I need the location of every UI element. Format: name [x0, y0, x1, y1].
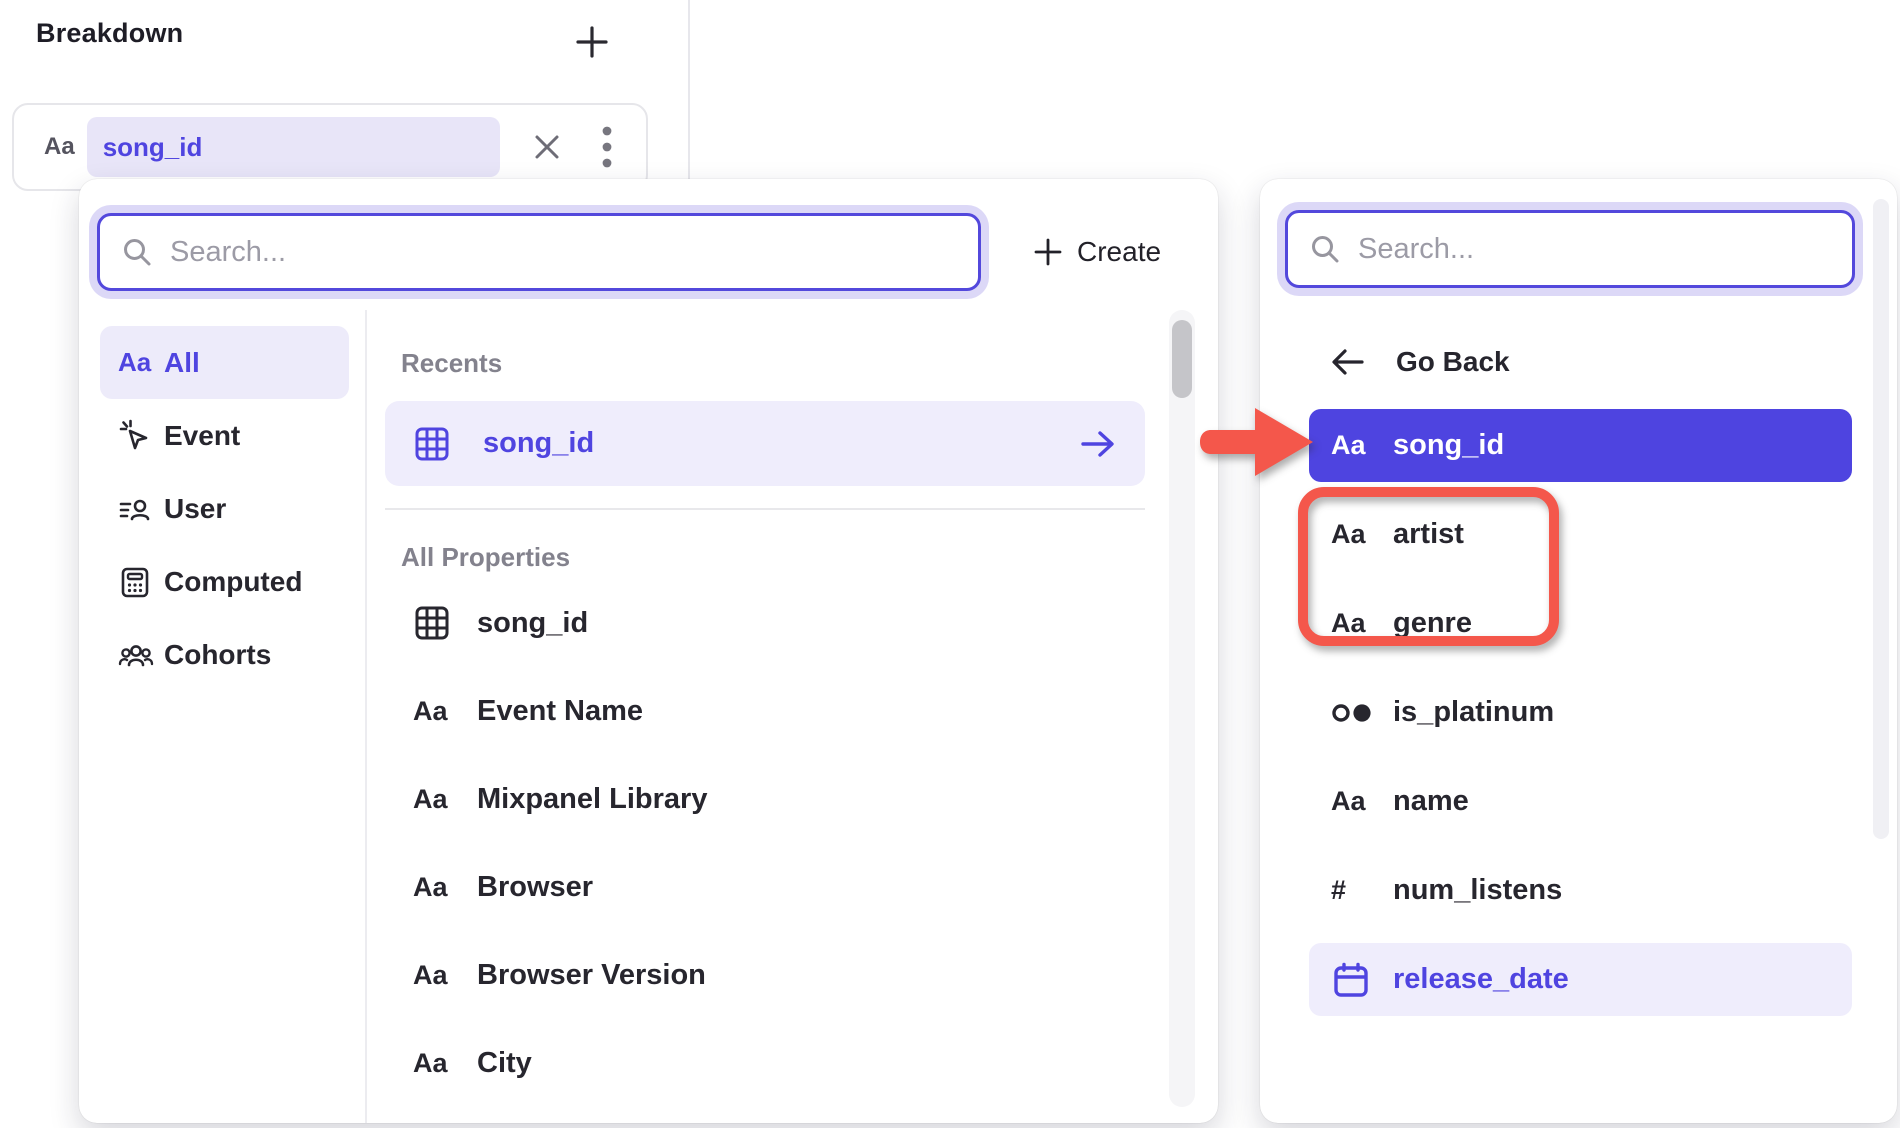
sub-property-row-name[interactable]: Aa name	[1309, 765, 1852, 838]
kebab-icon	[602, 125, 612, 169]
table-icon	[413, 604, 477, 642]
plus-icon	[1033, 237, 1063, 267]
create-button-label: Create	[1077, 236, 1161, 268]
boolean-icon	[1331, 701, 1393, 725]
click-cursor-icon	[118, 419, 164, 453]
close-icon	[532, 132, 562, 162]
text-icon: Aa	[1331, 430, 1393, 461]
property-row-city[interactable]: Aa City	[385, 1019, 1145, 1107]
property-picker-panel: Create Aa All Event	[79, 179, 1218, 1123]
text-icon: Aa	[1331, 786, 1393, 817]
sub-property-search[interactable]	[1285, 210, 1855, 288]
property-row-browser-version[interactable]: Aa Browser Version	[385, 931, 1145, 1019]
property-list: Recents song_id All Properties	[365, 310, 1218, 1123]
recent-item-label: song_id	[483, 427, 1079, 460]
property-row-song-id[interactable]: song_id	[385, 579, 1145, 667]
property-row-event-name[interactable]: Aa Event Name	[385, 667, 1145, 755]
category-all[interactable]: Aa All	[100, 326, 349, 399]
all-properties-header: All Properties	[401, 542, 1145, 573]
calendar-icon	[1331, 960, 1393, 1000]
sub-property-list: Aa song_id Aa artist Aa genre is_platinu…	[1309, 409, 1852, 1016]
text-icon: Aa	[413, 872, 477, 903]
breakdown-menu-button[interactable]	[590, 127, 624, 167]
text-icon: Aa	[413, 696, 477, 727]
recent-item-song-id[interactable]: song_id	[385, 401, 1145, 486]
breakdown-title: Breakdown	[36, 18, 183, 49]
category-sidebar: Aa All Event	[79, 310, 365, 691]
search-icon	[122, 237, 152, 267]
scrollbar-thumb[interactable]	[1172, 320, 1192, 398]
list-divider	[385, 508, 1145, 510]
scrollbar-track[interactable]	[1873, 199, 1889, 839]
text-icon: Aa	[118, 347, 164, 378]
search-input[interactable]	[170, 216, 978, 288]
property-row-browser[interactable]: Aa Browser	[385, 843, 1145, 931]
breakdown-chip[interactable]: Aa song_id	[12, 103, 648, 191]
user-list-icon	[118, 492, 164, 526]
text-type-icon: Aa	[44, 133, 75, 161]
sub-property-row-genre[interactable]: Aa genre	[1309, 587, 1852, 660]
table-icon	[413, 425, 451, 463]
sub-property-picker-panel: Go Back Aa song_id Aa artist Aa genre	[1260, 179, 1897, 1123]
text-icon: Aa	[413, 960, 477, 991]
remove-breakdown-button[interactable]	[528, 127, 566, 167]
category-cohorts[interactable]: Cohorts	[100, 618, 349, 691]
chip-value-label: song_id	[103, 132, 203, 163]
search-icon	[1310, 234, 1340, 264]
sub-property-row-is-platinum[interactable]: is_platinum	[1309, 676, 1852, 749]
go-back-button[interactable]: Go Back	[1330, 342, 1897, 382]
column-divider	[688, 0, 690, 180]
property-row-mixpanel-library[interactable]: Aa Mixpanel Library	[385, 755, 1145, 843]
recents-header: Recents	[401, 348, 1145, 379]
category-user[interactable]: User	[100, 472, 349, 545]
text-icon: Aa	[413, 1048, 477, 1079]
category-computed[interactable]: Computed	[100, 545, 349, 618]
people-icon	[118, 638, 164, 672]
property-picker-screen: Breakdown Aa song_id	[0, 0, 1900, 1128]
calculator-icon	[118, 565, 164, 599]
number-icon: #	[1331, 875, 1393, 906]
add-breakdown-button[interactable]	[572, 22, 612, 62]
text-icon: Aa	[1331, 608, 1393, 639]
scrollbar-track[interactable]	[1169, 310, 1195, 1107]
text-icon: Aa	[1331, 519, 1393, 550]
property-search[interactable]	[97, 213, 981, 291]
sub-property-row-num-listens[interactable]: # num_listens	[1309, 854, 1852, 927]
category-event[interactable]: Event	[100, 399, 349, 472]
search-input[interactable]	[1358, 213, 1852, 285]
go-back-label: Go Back	[1396, 346, 1510, 378]
arrow-left-icon	[1330, 347, 1366, 377]
arrow-right-icon[interactable]	[1079, 428, 1117, 460]
breakdown-chip-value[interactable]: song_id	[87, 117, 500, 177]
plus-icon	[575, 25, 609, 59]
create-property-button[interactable]: Create	[1033, 236, 1161, 268]
sub-property-row-artist[interactable]: Aa artist	[1309, 498, 1852, 571]
sub-property-row-song-id[interactable]: Aa song_id	[1309, 409, 1852, 482]
text-icon: Aa	[413, 784, 477, 815]
sub-property-row-release-date[interactable]: release_date	[1309, 943, 1852, 1016]
